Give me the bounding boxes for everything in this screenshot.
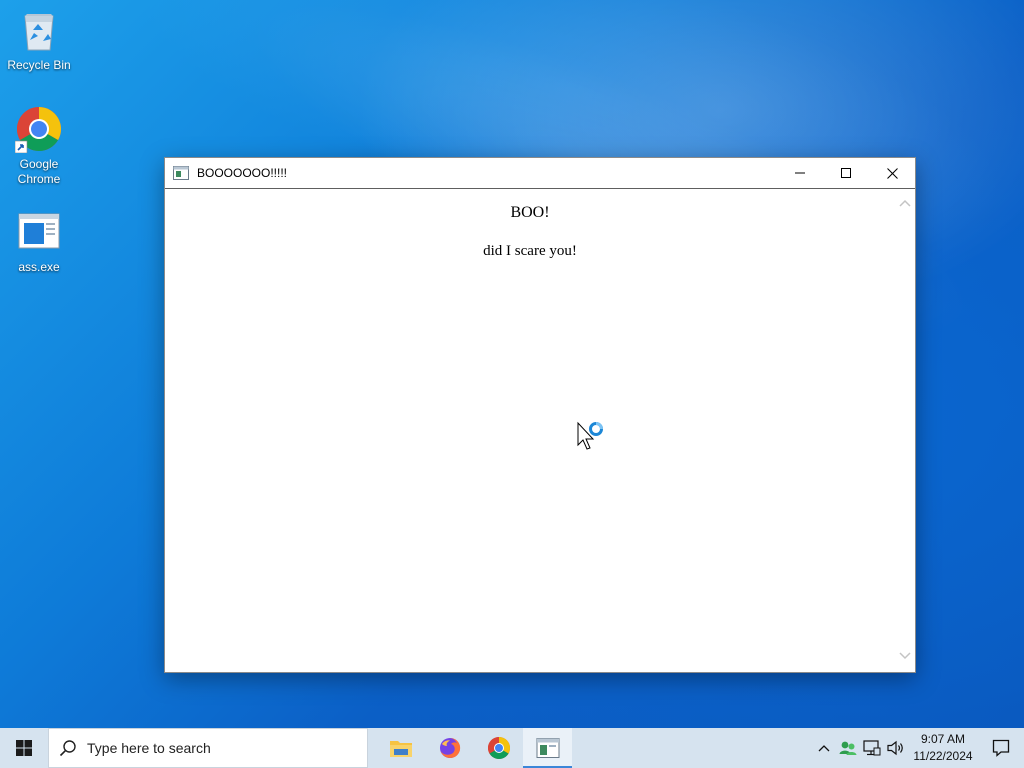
maximize-icon <box>841 168 851 178</box>
desktop-icon-recycle-bin[interactable]: Recycle Bin <box>1 6 77 73</box>
clock-date: 11/22/2024 <box>913 749 973 763</box>
search-placeholder: Type here to search <box>87 740 211 756</box>
system-tray: 9:07 AM 11/22/2024 <box>812 728 1024 768</box>
taskbar-boo-window[interactable] <box>523 728 572 768</box>
chrome-icon <box>487 737 510 759</box>
taskbar-file-explorer[interactable] <box>376 728 425 768</box>
tray-people-network[interactable] <box>836 728 860 768</box>
chevron-up-icon <box>818 745 830 752</box>
volume-icon <box>887 740 903 756</box>
start-button[interactable] <box>0 728 48 768</box>
boo-heading: BOO! <box>510 204 550 221</box>
taskbar-chrome[interactable] <box>474 728 523 768</box>
notification-icon <box>992 739 1010 757</box>
action-center-button[interactable] <box>978 739 1024 757</box>
close-icon <box>886 167 898 179</box>
busy-cursor-icon <box>577 419 607 451</box>
desktop-icon-chrome[interactable]: Google Chrome <box>1 105 77 187</box>
clock-time: 9:07 AM <box>920 732 966 746</box>
search-icon <box>49 739 87 757</box>
boo-message: did I scare you! <box>483 243 577 259</box>
desktop-icon-label: ass.exe <box>18 260 60 274</box>
windows-logo-icon <box>16 740 32 756</box>
exe-icon <box>15 208 63 256</box>
taskbar-search-box[interactable]: Type here to search <box>48 728 368 768</box>
window-controls <box>777 158 915 188</box>
network-people-icon <box>839 741 857 755</box>
maximize-button[interactable] <box>823 158 869 188</box>
chevron-up-icon <box>899 199 911 207</box>
taskbar-clock[interactable]: 9:07 AM 11/22/2024 <box>908 731 978 765</box>
app-window-icon <box>536 738 559 758</box>
taskbar-firefox[interactable] <box>425 728 474 768</box>
tray-network[interactable] <box>860 728 884 768</box>
tray-volume[interactable] <box>884 728 908 768</box>
boo-window[interactable]: BOOOOOOO!!!!! BOO! did I scare you! <box>164 157 916 673</box>
scroll-up-button[interactable] <box>895 193 915 213</box>
app-window-icon <box>173 165 189 181</box>
window-content: BOO! did I scare you! <box>165 189 915 672</box>
desktop-icon-ass-exe[interactable]: ass.exe <box>1 208 77 275</box>
chevron-down-icon <box>899 652 911 660</box>
chrome-icon <box>14 105 63 154</box>
minimize-icon <box>795 172 805 174</box>
folder-icon <box>389 741 412 757</box>
tray-overflow-button[interactable] <box>812 728 836 768</box>
window-title: BOOOOOOO!!!!! <box>197 166 288 180</box>
firefox-icon <box>439 737 460 758</box>
network-icon <box>863 740 881 756</box>
vertical-scrollbar[interactable] <box>895 189 915 672</box>
desktop-icon-label: Recycle Bin <box>7 58 71 72</box>
minimize-button[interactable] <box>777 158 823 188</box>
scroll-down-button[interactable] <box>895 646 915 666</box>
recycle-bin-icon <box>15 6 63 54</box>
taskbar-pinned-apps <box>376 728 572 768</box>
taskbar: Type here to search 9:07 AM 11/22/2024 <box>0 728 1024 768</box>
close-button[interactable] <box>869 158 915 188</box>
window-titlebar[interactable]: BOOOOOOO!!!!! <box>165 158 915 189</box>
desktop-icon-label: Google Chrome <box>17 157 61 186</box>
